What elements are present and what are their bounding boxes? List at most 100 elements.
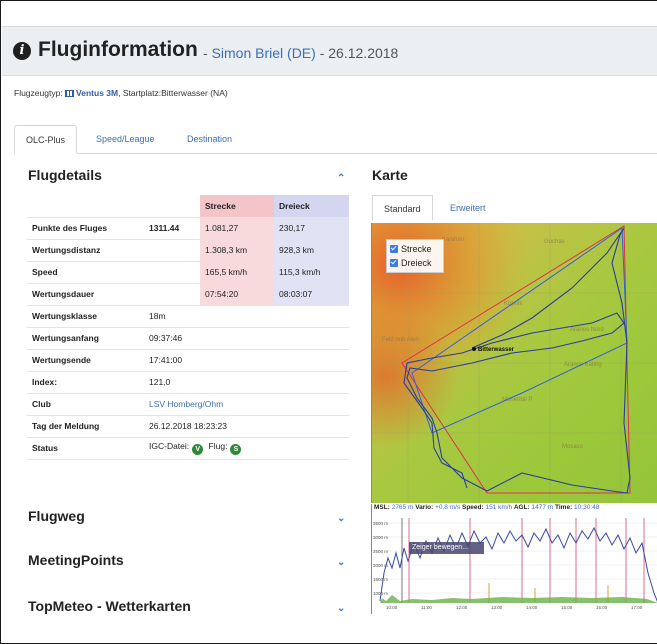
barogram[interactable]: MSL: 2765 m Vario: +0.8 m/s Speed: 151 k…: [371, 504, 657, 614]
dreieck-value: 08:03:07: [274, 283, 349, 306]
table-row: Club LSV Homberg/Ohm: [27, 393, 349, 416]
alt-tick: 2500 m: [373, 549, 388, 554]
row-value: 26.12.2018 18:23:23: [144, 415, 349, 438]
flugdetails-title: Flugdetails: [28, 167, 102, 183]
aircraft-info: Flugzeugtyp: Ventus 3M, Startplatz:Bitte…: [14, 88, 228, 98]
checkbox-icon[interactable]: [390, 259, 398, 267]
time-tick: 12:00: [456, 605, 468, 610]
time-tick: 10:00: [386, 605, 398, 610]
map-tab-erweitert[interactable]: Erweitert: [439, 195, 497, 221]
page-subtitle: - Simon Briel (DE) - 26.12.2018: [203, 45, 399, 61]
legend-dreieck[interactable]: Dreieck: [390, 256, 440, 270]
table-row: Speed 165,5 km/h 115,3 km/h: [27, 261, 349, 284]
row-label: Wertungsende: [27, 349, 144, 372]
row-label: Tag der Meldung: [27, 415, 144, 438]
flight-date: 26.12.2018: [328, 45, 399, 61]
row-label: Index:: [27, 371, 144, 394]
table-header-row: Strecke Dreieck: [27, 195, 349, 218]
tab-speed-league[interactable]: Speed/League: [85, 125, 166, 154]
legend-strecke[interactable]: Strecke: [390, 242, 440, 256]
flug-status-badge: S: [230, 444, 242, 455]
table-row: Status IGC-Datei: V Flug: S: [27, 437, 349, 460]
map-place-label: Aranos Kaltrig: [564, 362, 602, 368]
row-value: 121,0: [144, 371, 349, 394]
table-row: Wertungsanfang 09:37:46: [27, 327, 349, 350]
flight-details-table: Strecke Dreieck Punkte des Fluges 1311.4…: [27, 195, 349, 460]
row-value: 17:41:00: [144, 349, 349, 372]
dreieck-value: 230,17: [274, 217, 349, 240]
time-tick: 15:00: [561, 605, 573, 610]
table-row: Wertungsdistanz 1.308,3 km 928,3 km: [27, 239, 349, 262]
map-place-label: Gochas: [544, 239, 565, 245]
checkbox-icon[interactable]: [390, 245, 398, 253]
table-row: Index: 121,0: [27, 371, 349, 394]
row-label: Wertungsklasse: [27, 305, 144, 328]
igc-label: IGC-Datei:: [149, 441, 190, 451]
barogram-chart: 3500 m 3000 m 2500 m 2000 m 1500 m 1000 …: [372, 518, 657, 610]
row-label: Punkte des Fluges: [27, 217, 144, 240]
col-dreieck: Dreieck: [274, 195, 349, 218]
map-place-label: Feld nub Aleh: [382, 337, 419, 343]
row-label: Wertungsdauer: [27, 283, 144, 306]
chevron-down-icon[interactable]: ⌄: [337, 513, 345, 524]
aircraft-type-label: Flugzeugtyp:: [14, 88, 63, 98]
section-title-meetingpoints[interactable]: MeetingPoints: [28, 552, 124, 568]
time-tick: 16:00: [596, 605, 608, 610]
col-strecke: Strecke: [200, 195, 274, 218]
row-value: [144, 239, 200, 262]
alt-tick: 1500 m: [373, 577, 388, 582]
strecke-value: 165,5 km/h: [200, 261, 274, 284]
karte-title: Karte: [372, 167, 408, 183]
section-title-flugweg[interactable]: Flugweg: [28, 508, 85, 524]
barogram-readout: MSL: 2765 m Vario: +0.8 m/s Speed: 151 k…: [374, 504, 600, 511]
alt-tick: 3000 m: [373, 535, 388, 540]
map-tab-standard[interactable]: Standard: [372, 195, 433, 221]
time-tick: 13:00: [491, 605, 503, 610]
map-legend: Strecke Dreieck: [386, 239, 444, 273]
igc-status-badge: V: [192, 444, 204, 455]
row-value: 09:37:46: [144, 327, 349, 350]
row-value: [144, 261, 200, 284]
pilot-link[interactable]: Simon Briel (DE): [212, 45, 316, 61]
table-row: Wertungsende 17:41:00: [27, 349, 349, 372]
page-header: i Fluginformation - Simon Briel (DE) - 2…: [2, 26, 657, 76]
time-tick: 14:00: [526, 605, 538, 610]
flug-label: Flug:: [208, 441, 228, 451]
map-place-label: Kalahari: [442, 237, 464, 243]
map-place-label: Mosaso: [562, 444, 584, 450]
table-row: Punkte des Fluges 1311.44 1.081,27 230,1…: [27, 217, 349, 240]
strecke-value: 07:54:20: [200, 283, 274, 306]
row-label: Wertungsdistanz: [27, 239, 144, 262]
info-icon: i: [13, 42, 31, 60]
dreieck-value: 928,3 km: [274, 239, 349, 262]
section-title-topmeteo[interactable]: TopMeteo - Wetterkarten: [28, 598, 191, 614]
tab-olc-plus[interactable]: OLC-Plus: [14, 125, 78, 154]
dreieck-value: 115,3 km/h: [274, 261, 349, 284]
page-frame: i Fluginformation - Simon Briel (DE) - 2…: [0, 0, 657, 644]
row-label: Club: [27, 393, 144, 416]
barogram-tooltip: Zeiger bewegen...: [409, 542, 484, 554]
glider-icon: [65, 90, 75, 97]
chevron-up-icon[interactable]: ⌃: [337, 173, 345, 184]
tab-destination[interactable]: Destination: [176, 125, 243, 154]
takeoff-marker: [472, 347, 476, 351]
table-row: Wertungsklasse 18m: [27, 305, 349, 328]
row-label: Speed: [27, 261, 144, 284]
strecke-value: 1.308,3 km: [200, 239, 274, 262]
table-row: Wertungsdauer 07:54:20 08:03:07: [27, 283, 349, 306]
row-value: 1311.44: [144, 217, 200, 240]
ranking-tabs: OLC-Plus Speed/League Destination: [14, 125, 657, 154]
time-tick: 17:00: [631, 605, 643, 610]
glider-link[interactable]: Ventus 3M: [76, 88, 118, 98]
strecke-value: 1.081,27: [200, 217, 274, 240]
page-title: Fluginformation: [38, 38, 198, 61]
time-tick: 11:00: [421, 605, 432, 610]
altitude-line: [379, 526, 657, 602]
row-label: Status: [27, 437, 144, 460]
chevron-down-icon[interactable]: ⌄: [337, 603, 345, 614]
club-link[interactable]: LSV Homberg/Ohm: [144, 393, 349, 416]
row-label: Wertungsanfang: [27, 327, 144, 350]
alt-tick: 3500 m: [373, 521, 388, 526]
row-value: 18m: [144, 305, 349, 328]
chevron-down-icon[interactable]: ⌄: [337, 557, 345, 568]
